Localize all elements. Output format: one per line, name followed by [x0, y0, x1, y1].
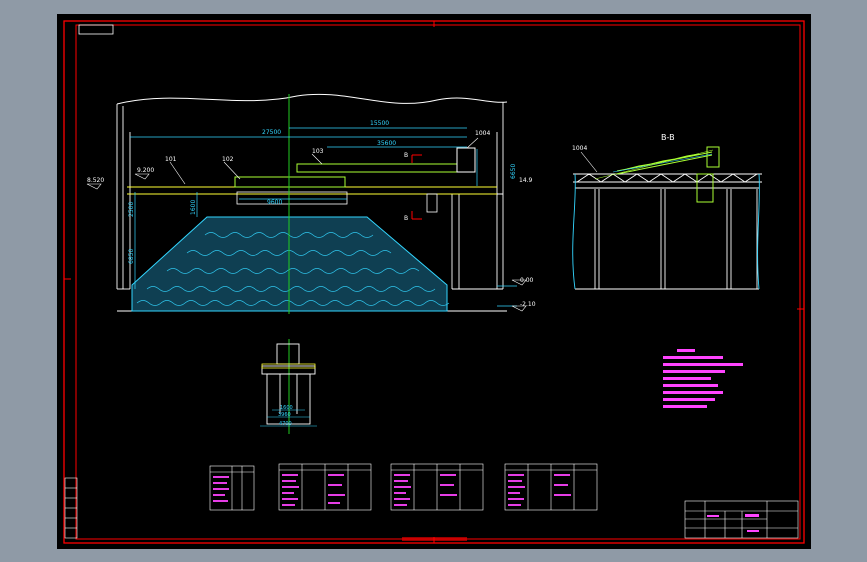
section-mark-top: B	[404, 152, 408, 159]
part-label-101: 101	[165, 156, 177, 163]
level-left-2: 9.200	[137, 167, 154, 174]
part-label-102: 102	[222, 156, 234, 163]
section-mark-bottom: B	[404, 215, 408, 222]
level-right-top: 14.9	[519, 177, 533, 184]
dim-9600: 9600	[267, 199, 282, 206]
cad-viewport[interactable]: 27500 15500 35600 101 102 103 1004 B B 2…	[0, 0, 867, 562]
detail-view: 1600 3960 4700	[260, 339, 317, 434]
part-label-1004: 1004	[475, 130, 490, 137]
dim-1600: 1600	[190, 200, 197, 215]
dim-35600: 35600	[377, 140, 396, 147]
elevation-view: 27500 15500 35600 101 102 103 1004 B B 2…	[86, 93, 536, 314]
section-part-label: 1004	[572, 145, 587, 152]
drawing-sheet: 27500 15500 35600 101 102 103 1004 B B 2…	[57, 14, 811, 549]
revision-strip	[64, 477, 78, 539]
dim-2500: 2500	[128, 202, 135, 217]
level-right-zero: 0.00	[520, 277, 534, 284]
detail-dim-3960: 3960	[278, 412, 291, 418]
dim-6850: 6850	[128, 249, 135, 264]
technical-notes	[663, 349, 743, 408]
drawing-canvas: 27500 15500 35600 101 102 103 1004 B B 2…	[63, 20, 805, 544]
dim-6650: 6650	[510, 164, 517, 179]
level-right-bottom: -2.10	[520, 301, 536, 308]
level-left-1: 8.520	[87, 177, 104, 184]
title-block	[684, 500, 799, 539]
detail-dim-1600: 1600	[280, 405, 293, 411]
section-view-b-b: B-B 1004	[572, 133, 762, 290]
part-label-103: 103	[312, 148, 324, 155]
dim-27500: 27500	[262, 129, 281, 136]
detail-dim-4700: 4700	[279, 421, 292, 427]
title-block-text	[707, 514, 759, 532]
section-title: B-B	[661, 133, 675, 142]
dim-15500: 15500	[370, 120, 389, 127]
table-contents	[213, 474, 571, 506]
